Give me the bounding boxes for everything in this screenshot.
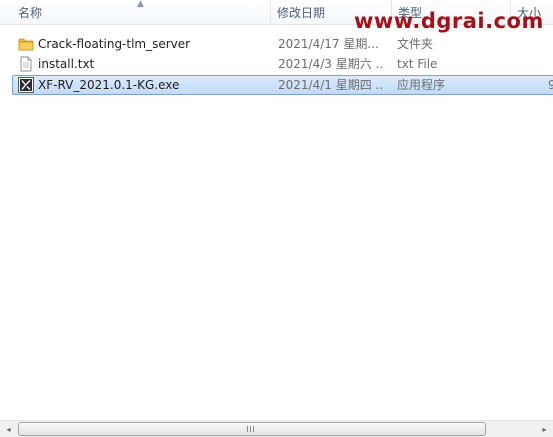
file-modified-date: 2021/4/1 星期四 ... <box>278 78 384 92</box>
file-size: 9 <box>548 78 553 92</box>
scrollbar-thumb[interactable] <box>18 422 486 436</box>
file-modified-date: 2021/4/17 星期... <box>278 37 379 51</box>
watermark-text: www.dgrai.com <box>354 9 544 33</box>
file-type: txt File <box>397 57 438 71</box>
file-row-selected[interactable]: XF-RV_2021.0.1-KG.exe 2021/4/1 星期四 ... 应… <box>12 75 553 95</box>
scroll-left-button[interactable]: ◂ <box>0 421 17 437</box>
file-name: XF-RV_2021.0.1-KG.exe <box>38 78 180 92</box>
file-row[interactable]: install.txt 2021/4/3 星期六 ... txt File <box>12 54 553 74</box>
scroll-right-button[interactable]: ▸ <box>536 421 553 437</box>
chevron-left-icon: ◂ <box>6 424 11 434</box>
exe-app-icon <box>18 77 34 93</box>
sort-ascending-icon: ▲ <box>137 0 144 9</box>
folder-icon <box>18 38 34 51</box>
horizontal-scrollbar[interactable]: ◂ ▸ <box>0 420 553 437</box>
column-header-date-label: 修改日期 <box>277 6 326 20</box>
grip-icon <box>247 426 256 432</box>
file-explorer-window: 名称 ▲ 修改日期 类型 大小 www.dgrai.com Crack-floa… <box>0 0 553 437</box>
file-name: Crack-floating-tlm_server <box>38 37 191 51</box>
file-type: 文件夹 <box>397 37 434 51</box>
file-row[interactable]: Crack-floating-tlm_server 2021/4/17 星期..… <box>12 34 553 54</box>
column-header-name-label: 名称 <box>18 6 43 20</box>
file-modified-date: 2021/4/3 星期六 ... <box>278 57 384 71</box>
file-type: 应用程序 <box>397 78 446 92</box>
file-name: install.txt <box>38 57 95 71</box>
chevron-right-icon: ▸ <box>542 424 547 434</box>
text-file-icon <box>20 56 32 72</box>
